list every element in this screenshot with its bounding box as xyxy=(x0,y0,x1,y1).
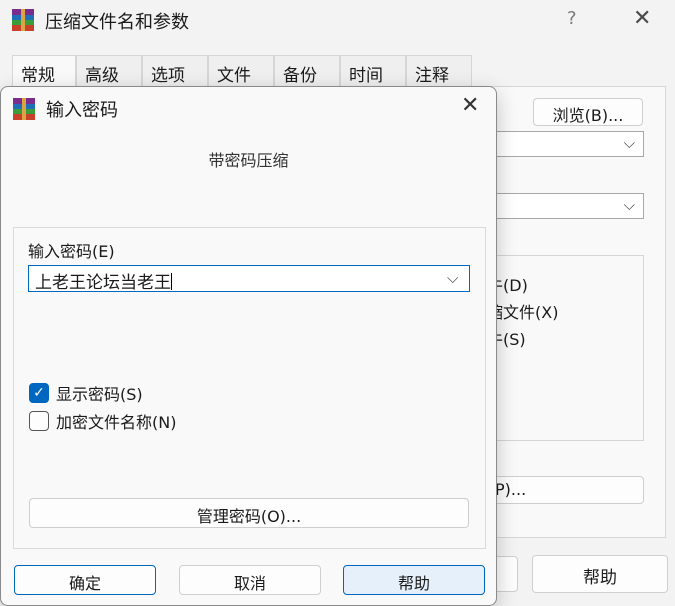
cancel-button[interactable]: 取消 xyxy=(179,565,321,595)
option-fragment: 缩文件(X) xyxy=(487,303,559,322)
close-icon[interactable]: ✕ xyxy=(461,93,479,118)
winrar-app-icon xyxy=(13,98,35,120)
manage-passwords-button[interactable]: 管理密码(O)... xyxy=(29,498,469,528)
tab-advanced[interactable]: 高级 xyxy=(76,55,142,87)
close-icon[interactable]: ✕ xyxy=(633,6,651,31)
tab-files[interactable]: 文件 xyxy=(208,55,274,87)
encrypt-names-checkbox[interactable] xyxy=(29,411,49,431)
help-button[interactable]: 帮助 xyxy=(343,565,485,595)
winrar-app-icon xyxy=(12,9,34,31)
tab-general[interactable]: 常规 xyxy=(12,55,76,89)
dialog-title-bar: 输入密码 ✕ xyxy=(1,87,496,127)
show-password-checkbox[interactable]: ✓ xyxy=(29,383,49,403)
password-dialog: 输入密码 ✕ 带密码压缩 输入密码(E) 上老王论坛当老王 ⌵ ✓ 显示密码(S… xyxy=(0,86,497,606)
background-title-bar: 压缩文件名和参数 ? ✕ xyxy=(0,0,675,40)
password-input[interactable]: 上老王论坛当老王 xyxy=(28,265,470,293)
password-value: 上老王论坛当老王 xyxy=(35,273,171,293)
tab-backup[interactable]: 备份 xyxy=(274,55,340,87)
text-caret xyxy=(171,273,172,290)
help-question-icon[interactable]: ? xyxy=(567,8,577,29)
tab-options[interactable]: 选项 xyxy=(142,55,208,87)
chevron-down-icon: ⌵ xyxy=(623,134,635,152)
dialog-heading: 带密码压缩 xyxy=(208,151,289,170)
chevron-down-icon: ⌵ xyxy=(623,196,635,214)
dialog-title: 输入密码 xyxy=(46,100,118,121)
encrypt-names-label[interactable]: 加密文件名称(N) xyxy=(56,409,176,433)
ok-button[interactable]: 确定 xyxy=(14,565,156,595)
chevron-down-icon[interactable]: ⌵ xyxy=(447,269,458,287)
tab-comment[interactable]: 注释 xyxy=(406,55,472,87)
background-help-button[interactable]: 帮助 xyxy=(532,555,668,593)
window-title: 压缩文件名和参数 xyxy=(45,12,189,33)
browse-button[interactable]: 浏览(B)... xyxy=(533,98,643,126)
tab-time[interactable]: 时间 xyxy=(340,55,406,87)
password-label: 输入密码(E) xyxy=(28,242,115,261)
show-password-label[interactable]: 显示密码(S) xyxy=(56,381,143,405)
